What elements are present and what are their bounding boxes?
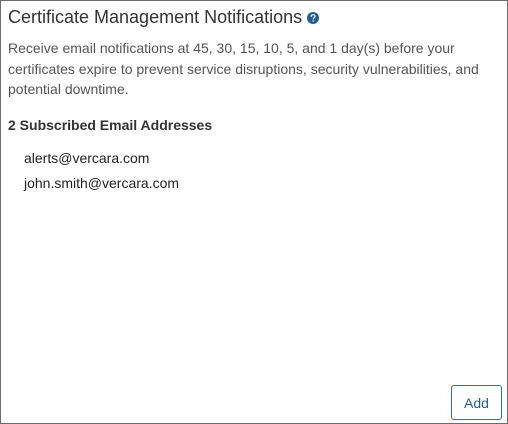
subscribed-email-list: alerts@vercara.com john.smith@vercara.co… [24,146,179,196]
email-list-item: alerts@vercara.com [24,150,150,166]
subscribed-email-count: 2 Subscribed Email Addresses [8,117,213,133]
certificate-notifications-panel: Certificate Management Notifications Rec… [0,0,508,424]
add-email-button[interactable]: Add [451,385,502,420]
panel-title: Certificate Management Notifications [8,7,303,27]
notification-description: Receive email notifications at 45, 30, 1… [8,40,479,97]
panel-header: Certificate Management Notifications [8,6,320,28]
email-list-item: john.smith@vercara.com [24,175,180,191]
question-circle-icon[interactable] [307,12,320,24]
